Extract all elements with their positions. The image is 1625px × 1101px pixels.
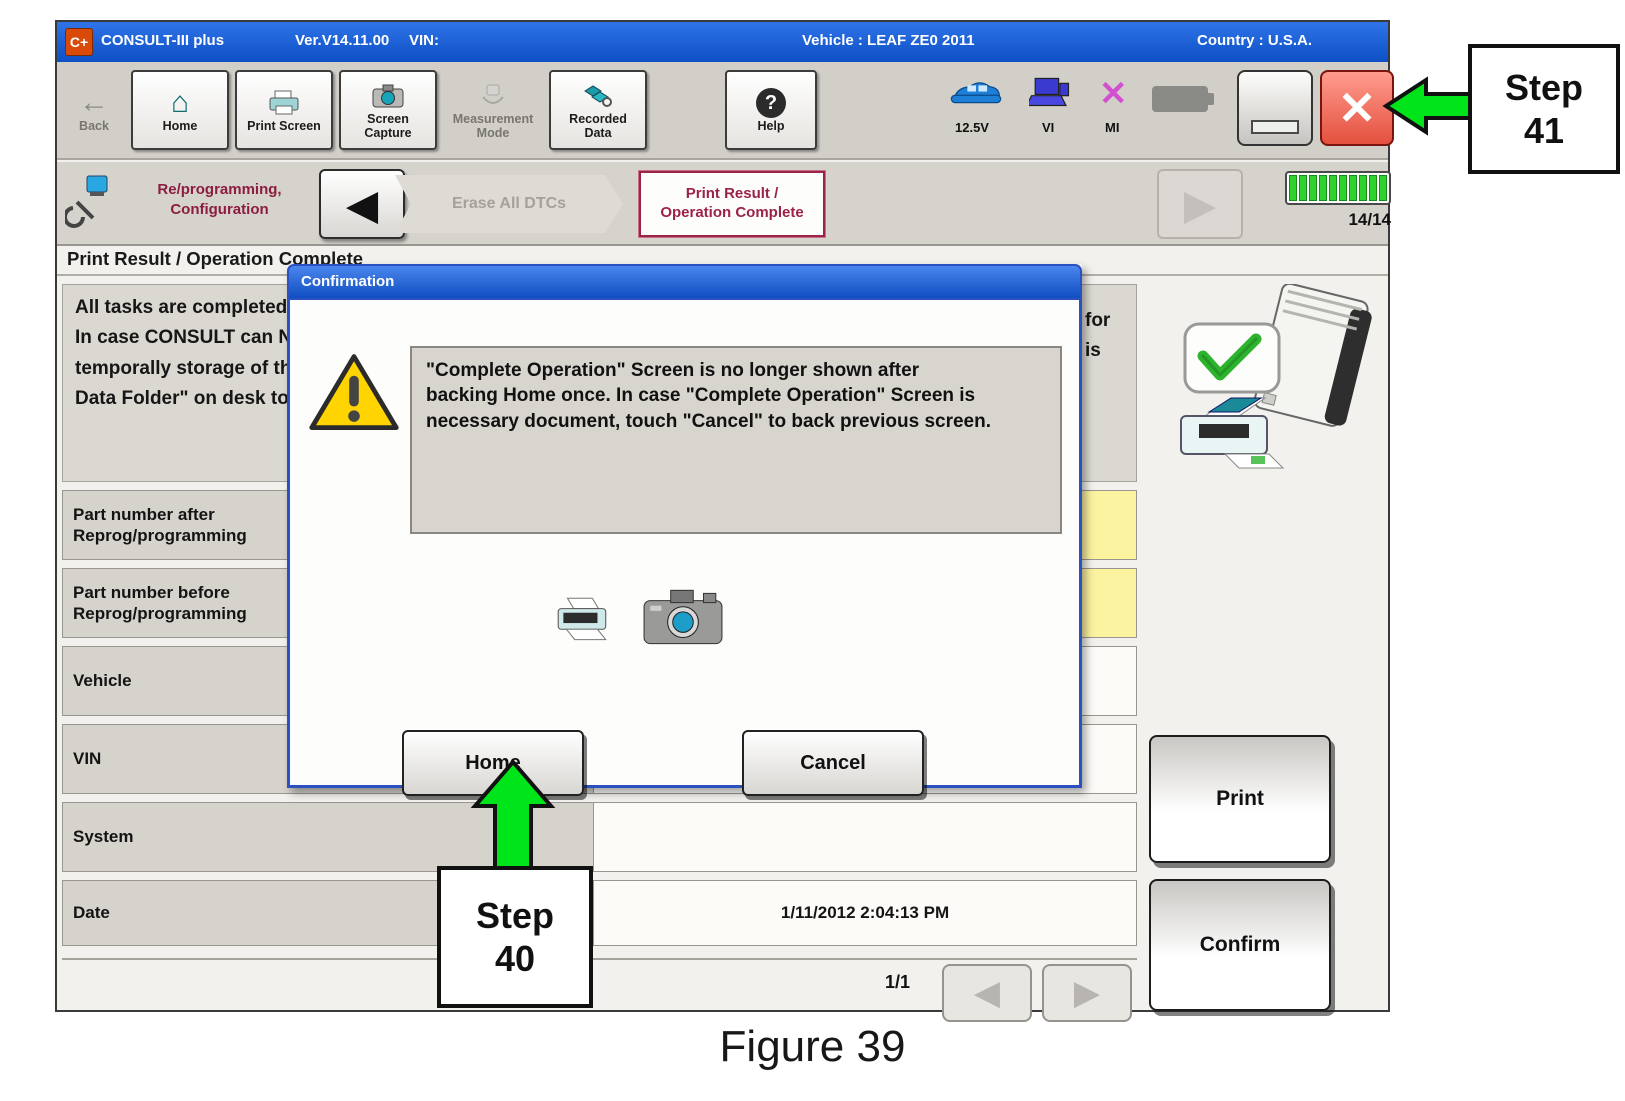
measurement-mode-label: Measurement Mode — [453, 113, 534, 141]
warning-icon — [306, 350, 402, 443]
recorded-data-label: Recorded Data — [569, 113, 627, 141]
help-icon: ? — [756, 88, 786, 118]
camera-icon — [642, 588, 724, 653]
consult-app-window: C+ CONSULT-III plus Ver.V14.11.00 VIN: V… — [55, 20, 1390, 1012]
printer-icon — [552, 596, 614, 651]
wizard-nav-row: Re/programming, Configuration ◀ Erase Al… — [57, 162, 1388, 246]
figure-caption: Figure 39 — [0, 1022, 1625, 1072]
wizard-prev-button[interactable]: ◀ — [319, 169, 405, 239]
vi-label: VI — [1042, 120, 1054, 135]
table-row-date: Date 1/11/2012 2:04:13 PM — [62, 880, 1137, 946]
help-button[interactable]: ? Help — [725, 70, 817, 150]
screen-capture-label: Screen Capture — [364, 113, 411, 141]
dialog-body: "Complete Operation" Screen is no longer… — [287, 300, 1082, 788]
country-label: Country : U.S.A. — [1197, 32, 1312, 49]
wizard-step-current: Print Result / Operation Complete — [639, 171, 825, 237]
measurement-mode-button[interactable]: Measurement Mode — [443, 70, 543, 150]
app-version: Ver.V14.11.00 — [295, 32, 389, 49]
mode-label: Re/programming, Configuration — [117, 180, 322, 219]
confirmation-dialog: Confirmation "Complete Operation" Screen… — [287, 264, 1082, 788]
voltage-label: 12.5V — [955, 120, 989, 135]
home-button[interactable]: ⌂ Home — [131, 70, 229, 150]
app-title: CONSULT-III plus — [101, 32, 224, 49]
page-next-button[interactable]: ▶ — [1042, 964, 1132, 1022]
table-divider — [62, 958, 1137, 960]
window-titlebar: C+ CONSULT-III plus Ver.V14.11.00 VIN: V… — [57, 22, 1388, 62]
recorded-data-button[interactable]: Recorded Data — [549, 70, 647, 150]
page-indicator: 1/1 — [885, 972, 910, 993]
info-text-fragment: is — [1085, 340, 1101, 362]
back-label: Back — [79, 120, 109, 134]
step40-arrow-icon — [452, 758, 574, 875]
row-value: 1/11/2012 2:04:13 PM — [594, 880, 1137, 946]
row-value — [594, 802, 1137, 872]
minimize-icon — [1251, 120, 1299, 134]
print-screen-label: Print Screen — [247, 120, 321, 134]
back-arrow-icon: ← — [79, 86, 109, 120]
confirm-button[interactable]: Confirm — [1149, 879, 1331, 1011]
dialog-titlebar: Confirmation — [287, 264, 1082, 300]
wizard-step-previous: Erase All DTCs — [395, 175, 623, 233]
measurement-mode-icon — [477, 79, 509, 113]
main-toolbar: ← Back ⌂ Home Print Screen Screen Captur… — [57, 62, 1388, 160]
recorded-data-icon — [582, 79, 614, 113]
battery-icon — [1152, 86, 1208, 112]
info-text-fragment: for — [1085, 310, 1110, 332]
table-row-system: System — [62, 802, 1137, 872]
vin-label: VIN: — [409, 32, 439, 49]
figure-page: C+ CONSULT-III plus Ver.V14.11.00 VIN: V… — [0, 0, 1625, 1101]
progress-bar — [1285, 171, 1391, 205]
vehicle-voltage-icon — [947, 78, 1005, 115]
dialog-message: "Complete Operation" Screen is no longer… — [410, 346, 1062, 534]
step40-callout: Step 40 — [437, 866, 593, 1008]
print-button[interactable]: Print — [1149, 735, 1331, 863]
print-success-illustration — [1165, 284, 1380, 489]
camera-icon — [372, 79, 404, 113]
dialog-cancel-button[interactable]: Cancel — [742, 730, 924, 796]
progress-label: 14/14 — [1285, 210, 1391, 230]
printer-icon — [268, 86, 300, 120]
print-screen-button[interactable]: Print Screen — [235, 70, 333, 150]
step41-arrow-icon — [1382, 74, 1474, 143]
minimize-button[interactable] — [1237, 70, 1313, 146]
mi-label: MI — [1105, 120, 1119, 135]
vi-icon — [1029, 76, 1071, 113]
mi-disconnected-icon: ✕ — [1099, 74, 1128, 114]
app-logo-icon: C+ — [65, 28, 93, 56]
step41-callout: Step 41 — [1468, 44, 1620, 174]
back-button[interactable]: ← Back — [63, 70, 125, 150]
home-icon: ⌂ — [171, 86, 189, 120]
home-label: Home — [163, 120, 198, 134]
reprogramming-tools-icon — [65, 174, 111, 237]
wizard-next-button[interactable]: ▶ — [1157, 169, 1243, 239]
page-prev-button[interactable]: ◀ — [942, 964, 1032, 1022]
help-label: Help — [757, 120, 784, 134]
screen-capture-button[interactable]: Screen Capture — [339, 70, 437, 150]
vehicle-label: Vehicle : LEAF ZE0 2011 — [802, 32, 975, 49]
